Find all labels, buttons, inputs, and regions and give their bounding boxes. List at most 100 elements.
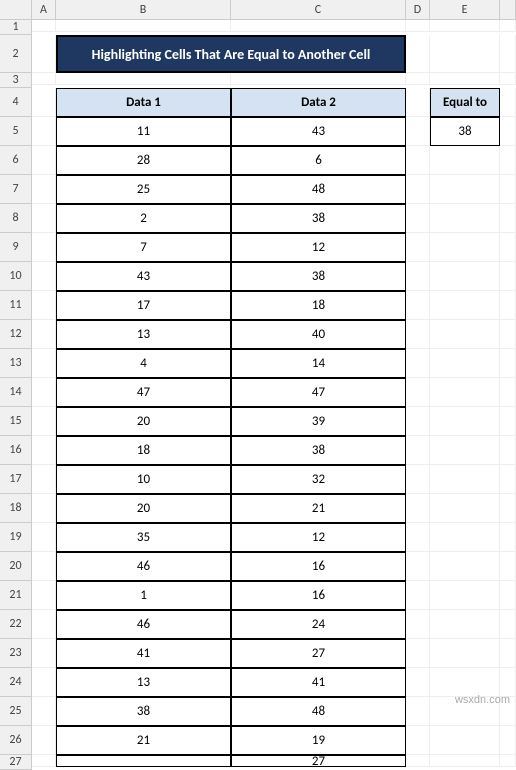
row-header[interactable]: 6 xyxy=(0,146,32,175)
empty-cell[interactable] xyxy=(32,35,56,73)
row-header[interactable]: 15 xyxy=(0,407,32,436)
empty-cell[interactable] xyxy=(500,494,516,523)
empty-cell[interactable] xyxy=(32,204,56,233)
table-cell[interactable]: 27 xyxy=(231,755,406,767)
row-header[interactable]: 24 xyxy=(0,668,32,697)
table-cell[interactable]: 17 xyxy=(56,291,231,320)
table-cell[interactable]: 20 xyxy=(56,494,231,523)
empty-cell[interactable] xyxy=(406,610,430,639)
empty-cell[interactable] xyxy=(406,146,430,175)
empty-cell[interactable] xyxy=(500,88,516,117)
empty-cell[interactable] xyxy=(500,639,516,668)
empty-cell[interactable] xyxy=(406,465,430,494)
table-cell[interactable]: 48 xyxy=(231,175,406,204)
table-cell[interactable]: 1 xyxy=(56,581,231,610)
table-cell[interactable]: 39 xyxy=(231,407,406,436)
empty-cell[interactable] xyxy=(32,378,56,407)
empty-cell[interactable] xyxy=(500,523,516,552)
empty-cell[interactable] xyxy=(406,668,430,697)
empty-cell[interactable] xyxy=(32,436,56,465)
row-header[interactable]: 1 xyxy=(0,20,32,35)
empty-cell[interactable] xyxy=(500,610,516,639)
empty-cell[interactable] xyxy=(500,146,516,175)
table-cell[interactable]: 4 xyxy=(56,349,231,378)
table-cell[interactable]: 38 xyxy=(231,436,406,465)
row-header[interactable]: 3 xyxy=(0,73,32,88)
table-cell[interactable]: 38 xyxy=(231,204,406,233)
empty-cell[interactable] xyxy=(430,755,500,767)
empty-cell[interactable] xyxy=(500,175,516,204)
empty-cell[interactable] xyxy=(32,262,56,291)
empty-cell[interactable] xyxy=(406,204,430,233)
empty-cell[interactable] xyxy=(500,436,516,465)
empty-cell[interactable] xyxy=(32,20,56,32)
empty-cell[interactable] xyxy=(430,581,500,610)
row-header[interactable]: 21 xyxy=(0,581,32,610)
empty-cell[interactable] xyxy=(406,35,430,73)
empty-cell[interactable] xyxy=(32,175,56,204)
empty-cell[interactable] xyxy=(500,726,516,755)
empty-cell[interactable] xyxy=(406,407,430,436)
empty-cell[interactable] xyxy=(406,20,430,32)
empty-cell[interactable] xyxy=(56,20,231,32)
table-cell[interactable] xyxy=(56,755,231,767)
empty-cell[interactable] xyxy=(430,407,500,436)
row-header[interactable]: 4 xyxy=(0,88,32,117)
col-header-b[interactable]: B xyxy=(56,0,231,20)
empty-cell[interactable] xyxy=(500,378,516,407)
empty-cell[interactable] xyxy=(231,20,406,32)
empty-cell[interactable] xyxy=(500,465,516,494)
empty-cell[interactable] xyxy=(32,552,56,581)
table-cell[interactable]: 46 xyxy=(56,610,231,639)
empty-cell[interactable] xyxy=(32,117,56,146)
row-header[interactable]: 16 xyxy=(0,436,32,465)
empty-cell[interactable] xyxy=(500,204,516,233)
row-header[interactable]: 9 xyxy=(0,233,32,262)
equalto-value[interactable]: 38 xyxy=(430,117,500,146)
table-cell[interactable]: 10 xyxy=(56,465,231,494)
empty-cell[interactable] xyxy=(500,35,516,73)
empty-cell[interactable] xyxy=(56,73,231,85)
table-cell[interactable]: 16 xyxy=(231,552,406,581)
row-header[interactable]: 14 xyxy=(0,378,32,407)
table-cell[interactable]: 20 xyxy=(56,407,231,436)
empty-cell[interactable] xyxy=(430,320,500,349)
row-header[interactable]: 11 xyxy=(0,291,32,320)
empty-cell[interactable] xyxy=(430,291,500,320)
row-header[interactable]: 7 xyxy=(0,175,32,204)
table-cell[interactable]: 21 xyxy=(56,726,231,755)
empty-cell[interactable] xyxy=(500,668,516,697)
table-cell[interactable]: 14 xyxy=(231,349,406,378)
empty-cell[interactable] xyxy=(406,378,430,407)
table-cell[interactable]: 47 xyxy=(231,378,406,407)
table-cell[interactable]: 6 xyxy=(231,146,406,175)
empty-cell[interactable] xyxy=(430,494,500,523)
empty-cell[interactable] xyxy=(430,668,500,697)
table-cell[interactable]: 16 xyxy=(231,581,406,610)
table-cell[interactable]: 46 xyxy=(56,552,231,581)
row-header[interactable]: 26 xyxy=(0,726,32,755)
table-cell[interactable]: 24 xyxy=(231,610,406,639)
empty-cell[interactable] xyxy=(500,320,516,349)
table-cell[interactable]: 18 xyxy=(56,436,231,465)
empty-cell[interactable] xyxy=(500,552,516,581)
row-header[interactable]: 27 xyxy=(0,755,32,770)
empty-cell[interactable] xyxy=(430,378,500,407)
empty-cell[interactable] xyxy=(430,233,500,262)
empty-cell[interactable] xyxy=(430,726,500,755)
table-cell[interactable]: 11 xyxy=(56,117,231,146)
empty-cell[interactable] xyxy=(32,610,56,639)
table-cell[interactable]: 40 xyxy=(231,320,406,349)
empty-cell[interactable] xyxy=(500,117,516,146)
col-header-c[interactable]: C xyxy=(231,0,406,20)
table-cell[interactable]: 2 xyxy=(56,204,231,233)
row-header[interactable]: 13 xyxy=(0,349,32,378)
empty-cell[interactable] xyxy=(32,581,56,610)
empty-cell[interactable] xyxy=(430,175,500,204)
col-header-d[interactable]: D xyxy=(406,0,430,20)
table-cell[interactable]: 47 xyxy=(56,378,231,407)
empty-cell[interactable] xyxy=(430,262,500,291)
empty-cell[interactable] xyxy=(500,20,516,32)
row-header[interactable]: 5 xyxy=(0,117,32,146)
empty-cell[interactable] xyxy=(406,755,430,767)
